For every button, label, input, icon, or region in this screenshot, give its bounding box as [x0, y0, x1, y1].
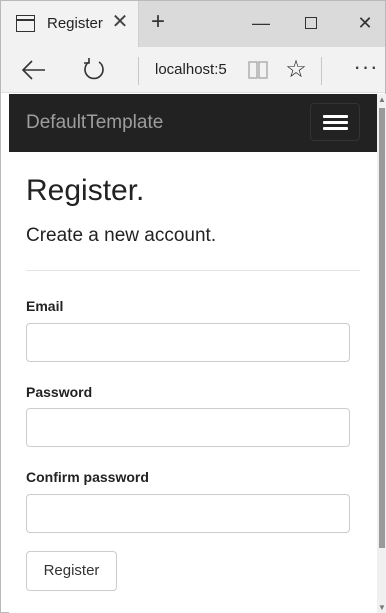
password-label: Password: [26, 384, 93, 400]
app-navbar: DefaultTemplate: [9, 94, 377, 152]
browser-window: Register ✕ + — ✕ localhost:5 ☆ ··· Defau…: [0, 0, 386, 613]
scroll-down-icon[interactable]: ▼: [377, 602, 386, 613]
menu-toggle-button[interactable]: [310, 103, 360, 141]
page-subtitle: Create a new account.: [26, 225, 217, 246]
back-arrow-icon[interactable]: [21, 59, 47, 81]
close-tab-icon[interactable]: ✕: [109, 11, 131, 33]
refresh-icon[interactable]: [81, 57, 107, 83]
page-icon: [16, 15, 35, 32]
scrollbar-thumb[interactable]: [379, 108, 385, 548]
favorite-star-icon[interactable]: ☆: [283, 57, 309, 83]
browser-toolbar: localhost:5 ☆ ···: [1, 47, 385, 93]
password-field[interactable]: [26, 408, 350, 447]
hamburger-icon: [323, 121, 348, 124]
confirm-password-field[interactable]: [26, 494, 350, 533]
page-title: Register.: [26, 174, 145, 207]
maximize-window-button[interactable]: [299, 11, 325, 35]
close-window-button[interactable]: ✕: [352, 11, 378, 35]
register-button[interactable]: Register: [26, 551, 117, 591]
tab-title: Register: [47, 15, 103, 32]
brand-link[interactable]: DefaultTemplate: [26, 112, 163, 134]
tab-register[interactable]: Register ✕: [1, 1, 139, 47]
page-viewport: DefaultTemplate Register. Create a new a…: [9, 94, 377, 613]
vertical-scrollbar[interactable]: ▲ ▼: [377, 94, 386, 613]
email-label: Email: [26, 298, 64, 314]
reading-view-icon[interactable]: [247, 59, 269, 81]
address-bar[interactable]: localhost:5: [155, 61, 227, 78]
more-icon[interactable]: ···: [351, 56, 381, 83]
tab-strip: Register ✕ + — ✕: [1, 1, 385, 47]
minimize-window-button[interactable]: —: [248, 11, 274, 35]
address-divider: [138, 57, 139, 85]
scroll-up-icon[interactable]: ▲: [377, 94, 386, 106]
hamburger-icon: [323, 127, 348, 130]
email-field[interactable]: [26, 323, 350, 362]
maximize-icon: [305, 17, 317, 29]
hamburger-icon: [323, 115, 348, 118]
confirm-password-label: Confirm password: [26, 469, 149, 485]
toolbar-divider: [321, 57, 322, 85]
divider: [26, 270, 360, 271]
new-tab-button[interactable]: +: [146, 9, 170, 35]
